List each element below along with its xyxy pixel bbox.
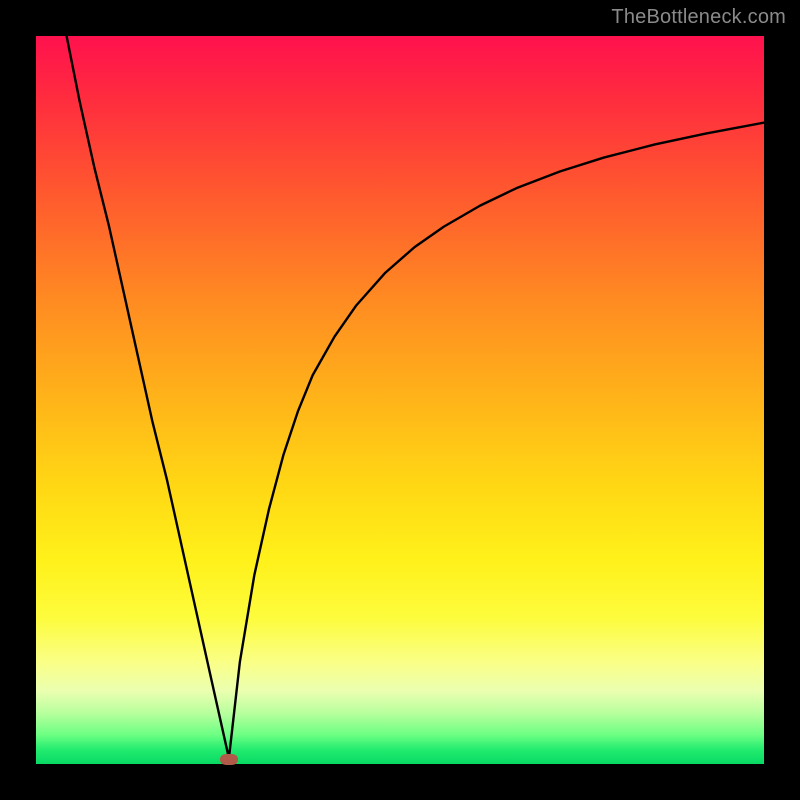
plot-area (36, 36, 764, 764)
bottleneck-curve (36, 36, 764, 764)
curve-path (67, 36, 764, 758)
min-marker (220, 754, 238, 765)
attribution-text: TheBottleneck.com (611, 6, 786, 29)
chart-frame: TheBottleneck.com (0, 0, 800, 800)
